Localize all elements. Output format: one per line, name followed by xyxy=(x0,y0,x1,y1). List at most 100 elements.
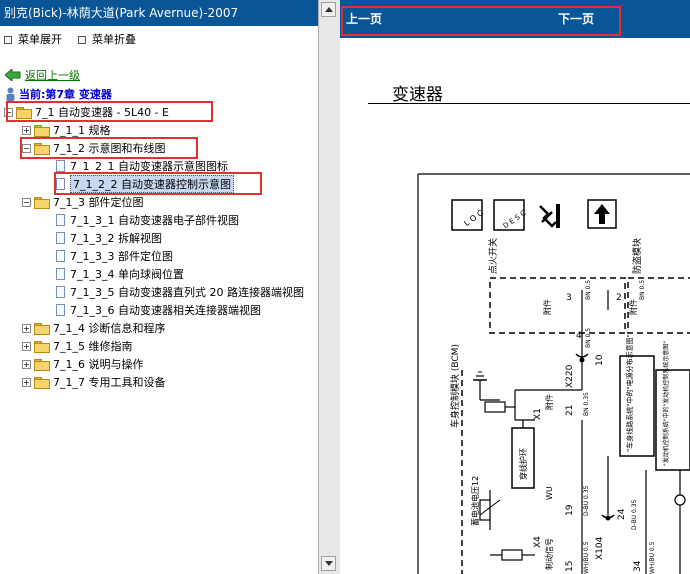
wire-whbu-1: WH/BU 0.5 xyxy=(583,541,590,574)
document-icon xyxy=(56,232,65,244)
back-arrow-icon xyxy=(5,69,21,81)
folder-icon xyxy=(34,358,50,371)
collapse-icon xyxy=(78,36,86,44)
tree-node-label: 7_1_5 维修指南 xyxy=(53,340,133,353)
expand-menu-label: 菜单展开 xyxy=(18,33,62,46)
control-signal-label: 制动信号 xyxy=(544,538,554,570)
ignition-switch-label: 点火开关 xyxy=(487,238,499,274)
arrow-up-icon xyxy=(325,7,333,12)
folder-open-icon xyxy=(16,106,32,119)
wire-whbu-2: WH/BU 0.5 xyxy=(649,541,656,574)
collapse-toggle-icon[interactable]: − xyxy=(22,197,31,207)
bcm-label: 车身控制模块 (BCM) xyxy=(449,344,461,428)
page-heading: 变速器 xyxy=(392,85,443,105)
tree-node-7-1-1[interactable]: + 7_1_1 规格 xyxy=(22,122,111,138)
expand-toggle-icon[interactable]: + xyxy=(22,377,31,387)
expand-toggle-icon[interactable]: + xyxy=(22,323,31,333)
folder-icon xyxy=(34,376,50,389)
document-icon xyxy=(56,178,65,190)
folder-icon xyxy=(34,322,50,335)
wire-bn-3: BN 0.5 xyxy=(585,328,592,348)
tree-node-label: 7_1_3 部件定位图 xyxy=(53,196,144,209)
folder-icon xyxy=(34,124,50,137)
tree-node-label: 7_1_4 诊断信息和程序 xyxy=(53,322,166,335)
next-page-link[interactable]: 下一页 xyxy=(558,10,594,27)
prev-page-link[interactable]: 上一页 xyxy=(346,10,382,27)
expand-toggle-icon[interactable]: + xyxy=(22,359,31,369)
scroll-down-button[interactable] xyxy=(321,556,336,571)
arrow-down-icon xyxy=(325,561,333,566)
back-link-label: 返回上一级 xyxy=(25,69,80,82)
tree-node-label-selected: 7_1_2_2 自动变速器控制示意图 xyxy=(70,175,234,193)
tree-node-label: 7_1_3_3 部件定位图 xyxy=(70,250,173,263)
collapse-toggle-icon[interactable]: − xyxy=(22,143,31,153)
x104-label: X104 xyxy=(595,536,605,560)
pin-3: 3 xyxy=(566,293,572,303)
pin-2: 2 xyxy=(616,293,622,303)
expand-toggle-icon[interactable]: + xyxy=(22,341,31,351)
x4-pin-19: 19 xyxy=(565,504,575,516)
wire-bn-2: BN 0.5 xyxy=(639,280,646,300)
expand-icon xyxy=(4,36,12,44)
content-pane: 上一页 下一页 变速器 L O C D E S C 点火开关 附件 3 BN 0… xyxy=(340,0,690,574)
document-icon xyxy=(56,304,65,316)
person-icon xyxy=(6,87,15,101)
document-icon xyxy=(56,286,65,298)
collapse-menu-button[interactable]: 菜单折叠 xyxy=(78,32,136,48)
heading-rule xyxy=(368,103,690,104)
current-chapter-label: 当前:第7章 变速器 xyxy=(19,88,112,101)
tree-node-7-1-3[interactable]: − 7_1_3 部件定位图 xyxy=(22,194,144,210)
tree-node-7-1-2[interactable]: − 7_1_2 示意图和布线图 xyxy=(22,140,166,156)
scroll-up-button[interactable] xyxy=(321,2,336,17)
tree-node-7-1-3-1[interactable]: 7_1_3_1 自动变速器电子部件视图 xyxy=(56,212,239,228)
tree-node-7-1-2-1[interactable]: 7_1_2_1 自动变速器示意图图标 xyxy=(56,158,228,174)
tree-node-7-1-3-4[interactable]: 7_1_3_4 单向球阀位置 xyxy=(56,266,184,282)
tree-node-7-1-5[interactable]: + 7_1_5 维修指南 xyxy=(22,338,133,354)
tree-node-7-1-3-6[interactable]: 7_1_3_6 自动变速器相关连接器端视图 xyxy=(56,302,261,318)
tree-node-7-1-4[interactable]: + 7_1_4 诊断信息和程序 xyxy=(22,320,166,336)
collapse-toggle-icon[interactable]: − xyxy=(4,107,13,117)
folder-open-icon xyxy=(34,142,50,155)
anti-theft-ring-label: 穿线护环 xyxy=(518,448,528,480)
tree-node-7-1[interactable]: − 7_1 自动变速器 - 5L40 - E xyxy=(4,104,169,120)
pin-10: 10 xyxy=(595,354,605,366)
document-icon xyxy=(56,160,65,172)
page-nav-bar: 上一页 下一页 xyxy=(340,0,690,38)
folder-open-icon xyxy=(34,196,50,209)
wiring-diagram: L O C D E S C 点火开关 附件 3 BN 0.5 2 防盗模块 附件… xyxy=(417,173,690,574)
battery-voltage-label: 蓄电池电压12 xyxy=(470,476,480,526)
wrench-icon xyxy=(539,204,560,228)
tree-node-7-1-3-5[interactable]: 7_1_3_5 自动变速器直列式 20 路连接器端视图 xyxy=(56,284,304,300)
anti-theft-label: 防盗模块 xyxy=(631,238,643,274)
current-chapter: 当前:第7章 变速器 xyxy=(5,86,112,102)
x1-wire: BN 0.35 xyxy=(583,392,590,416)
wu-label: WU xyxy=(545,486,554,500)
tree-node-7-1-3-2[interactable]: 7_1_3_2 拆解视图 xyxy=(56,230,162,246)
body-wiring-label: "车身线路系统"中的"电源分布示意图" xyxy=(625,334,634,452)
tree-node-label: 7_1_3_6 自动变速器相关连接器端视图 xyxy=(70,304,261,317)
collapse-menu-label: 菜单折叠 xyxy=(92,33,136,46)
pane-scrollbar[interactable] xyxy=(318,0,341,574)
engine-control-label: "发动机控制系统"中的"发动机控制系统示意图" xyxy=(662,341,670,466)
x104-wire: D-BU 0.35 xyxy=(631,499,638,530)
tree-node-7-1-7[interactable]: + 7_1_7 专用工具和设备 xyxy=(22,374,166,390)
tree-node-label: 7_1_1 规格 xyxy=(53,124,111,137)
attach-label-1: 附件 xyxy=(542,299,552,315)
tree-node-label: 7_1_3_4 单向球阀位置 xyxy=(70,268,184,281)
tree-node-label: 7_1_2 示意图和布线图 xyxy=(53,142,166,155)
tree-node-label: 7_1_3_2 拆解视图 xyxy=(70,232,162,245)
x4-pin-15: 15 xyxy=(565,561,575,572)
tree-node-label: 7_1_6 说明与操作 xyxy=(53,358,144,371)
pin-4: 4 xyxy=(576,331,582,341)
expand-toggle-icon[interactable]: + xyxy=(22,125,31,135)
tree-node-7-1-6[interactable]: + 7_1_6 说明与操作 xyxy=(22,356,144,372)
x1-label: X1 xyxy=(533,408,543,420)
tree-node-7-1-2-2[interactable]: 7_1_2_2 自动变速器控制示意图 xyxy=(56,175,234,193)
expand-menu-button[interactable]: 菜单展开 xyxy=(4,32,62,48)
tree-node-label: 7_1_3_5 自动变速器直列式 20 路连接器端视图 xyxy=(70,286,304,299)
up-arrow-icon xyxy=(587,199,617,229)
document-icon xyxy=(56,250,65,262)
back-link[interactable]: 返回上一级 xyxy=(5,67,80,83)
tree-node-7-1-3-3[interactable]: 7_1_3_3 部件定位图 xyxy=(56,248,173,264)
navigation-pane: 别克(Bick)-林荫大道(Park Avernue)-2007 菜单展开 菜单… xyxy=(0,0,318,574)
